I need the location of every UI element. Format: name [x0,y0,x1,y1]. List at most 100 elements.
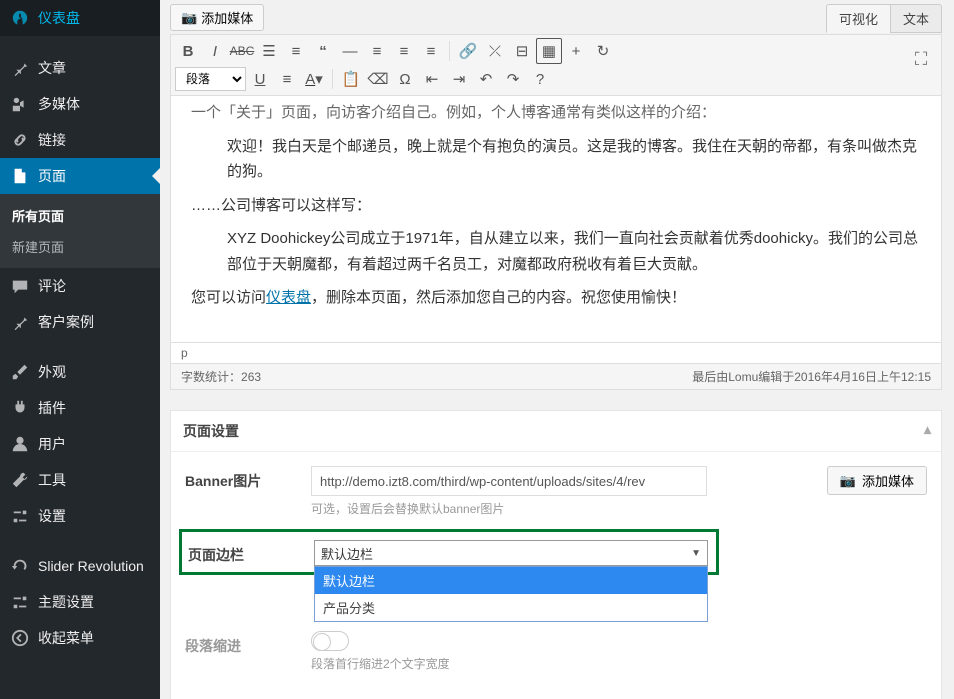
paste-text-button[interactable]: 📋 [338,66,364,92]
insert-button[interactable]: + [563,38,589,64]
sidebar-item-posts[interactable]: 文章 [0,50,160,86]
sidebar-submenu-pages: 所有页面 新建页面 [0,194,160,268]
outdent-button[interactable]: ⇤ [419,66,445,92]
format-select[interactable]: 段落 [175,67,246,91]
last-edit: 最后由Lomu编辑于2016年4月16日上午12:15 [692,368,931,385]
undo-button[interactable]: ↶ [473,66,499,92]
italic-button[interactable]: I [202,38,228,64]
sidebar-item-cases[interactable]: 客户案例 [0,304,160,340]
pin-icon [10,312,30,332]
submenu-item-new-page[interactable]: 新建页面 [0,231,160,262]
sidebar-item-settings[interactable]: 设置 [0,498,160,534]
editor-line: XYZ Doohickey公司成立于1971年，自从建立以来，我们一直向社会贡献… [191,226,921,277]
settings-icon [10,592,30,612]
align-center-button[interactable]: ≡ [391,38,417,64]
sidebar-item-label: 客户案例 [38,312,94,332]
field-label: 段落缩进 [185,631,311,656]
indent-toggle[interactable] [311,631,349,651]
bullet-list-button[interactable]: ☰ [256,38,282,64]
sidebar-item-users[interactable]: 用户 [0,426,160,462]
hr-button[interactable]: — [337,38,363,64]
link-button[interactable]: 🔗 [455,38,481,64]
sidebar-item-links[interactable]: 链接 [0,122,160,158]
editor-line: 您可以访问仪表盘，删除本页面，然后添加您自己的内容。祝您使用愉快！ [191,285,921,311]
refresh-icon [10,556,30,576]
banner-input[interactable] [311,466,707,496]
word-count: 字数统计：263 [181,368,261,385]
select-option[interactable]: 产品分类 [315,594,707,621]
comment-icon [10,276,30,296]
refresh-button[interactable]: ↻ [590,38,616,64]
field-label: 页面边栏 [188,540,314,565]
clear-format-button[interactable]: ⌫ [365,66,391,92]
page-icon [10,166,30,186]
select-option[interactable]: 默认边栏 [315,567,707,594]
sidebar-item-dashboard[interactable]: 仪表盘 [0,0,160,36]
media-icon [10,94,30,114]
sidebar-item-label: 链接 [38,130,66,150]
sidebar-item-collapse[interactable]: 收起菜单 [0,620,160,656]
link-icon [10,130,30,150]
field-desc: 段落首行缩进2个文字宽度 [311,655,927,672]
add-media-button[interactable]: 📷添加媒体 [170,4,264,31]
sidebar-item-pages[interactable]: 页面 [0,158,160,194]
tool-icon [10,470,30,490]
unlink-button[interactable]: ⤫ [482,38,508,64]
add-media-button-small[interactable]: 📷添加媒体 [827,466,927,495]
field-label: Banner图片 [185,466,311,491]
submenu-item-all-pages[interactable]: 所有页面 [0,200,160,231]
toolbar-toggle-button[interactable]: ▦ [536,38,562,64]
align-left-button[interactable]: ≡ [364,38,390,64]
text-color-button[interactable]: A▾ [301,66,327,92]
sidebar-item-appearance[interactable]: 外观 [0,354,160,390]
special-char-button[interactable]: Ω [392,66,418,92]
underline-button[interactable]: U [247,66,273,92]
camera-icon: 📷 [840,473,856,489]
editor-body[interactable]: 一个「关于」页面，向访客介绍自己。例如，个人博客通常有类似这样的介绍： 欢迎！我… [171,96,941,342]
editor-path: p [171,342,941,363]
align-right-button[interactable]: ≡ [418,38,444,64]
sidebar-item-plugins[interactable]: 插件 [0,390,160,426]
chevron-down-icon: ▼ [691,548,701,559]
indent-button[interactable]: ⇥ [446,66,472,92]
sidebar-item-label: 仪表盘 [38,8,80,28]
editor-line: ……公司博客可以这样写： [191,193,921,219]
page-settings-box: 页面设置▴ Banner图片 可选，设置后会替换默认banner图片 📷添加媒体… [170,410,942,699]
sidebar-item-label: 外观 [38,362,66,382]
sidebar-item-media[interactable]: 多媒体 [0,86,160,122]
tab-visual[interactable]: 可视化 [826,4,890,33]
blockquote-button[interactable]: “ [310,38,336,64]
admin-sidebar: 仪表盘 文章 多媒体 链接 页面 所有页面 新建页面 评论 客户案例 外观 插件… [0,0,160,699]
align-justify-button[interactable]: ≡ [274,66,300,92]
sidebar-item-slider-revolution[interactable]: Slider Revolution [0,548,160,584]
editor-line: 欢迎！我白天是个邮递员，晚上就是个有抱负的演员。这是我的博客。我住在天朝的帝都，… [191,134,921,185]
bold-button[interactable]: B [175,38,201,64]
editor-line: 一个「关于」页面，向访客介绍自己。例如，个人博客通常有类似这样的介绍： [191,100,921,126]
postbox-toggle-icon[interactable]: ▴ [924,421,931,438]
fullscreen-button[interactable]: ⛶ [907,45,935,73]
more-button[interactable]: ⊟ [509,38,535,64]
sidebar-item-comments[interactable]: 评论 [0,268,160,304]
page-sidebar-select[interactable]: 默认边栏▼ [314,540,708,566]
sidebar-item-label: 用户 [38,434,66,454]
sidebar-item-label: Slider Revolution [38,558,144,574]
help-button[interactable]: ? [527,66,553,92]
sidebar-item-label: 文章 [38,58,66,78]
postbox-title[interactable]: 页面设置▴ [171,411,941,452]
sidebar-item-label: 多媒体 [38,94,80,114]
field-indent: 段落缩进 段落首行缩进2个文字宽度 [185,631,927,672]
sidebar-item-label: 页面 [38,166,66,186]
sidebar-item-label: 工具 [38,470,66,490]
sidebar-item-tools[interactable]: 工具 [0,462,160,498]
strike-button[interactable]: ABC [229,38,255,64]
dashboard-link[interactable]: 仪表盘 [266,289,311,306]
camera-icon: 📷 [181,10,197,26]
select-dropdown: 默认边栏 产品分类 [314,566,708,622]
collapse-icon [10,628,30,648]
tab-text[interactable]: 文本 [890,4,942,33]
redo-button[interactable]: ↷ [500,66,526,92]
sidebar-item-theme-settings[interactable]: 主题设置 [0,584,160,620]
dashboard-icon [10,8,30,28]
number-list-button[interactable]: ≡ [283,38,309,64]
wysiwyg-editor: ⛶ B I ABC ☰ ≡ “ — ≡ ≡ ≡ 🔗 ⤫ ⊟ ▦ [170,34,942,390]
